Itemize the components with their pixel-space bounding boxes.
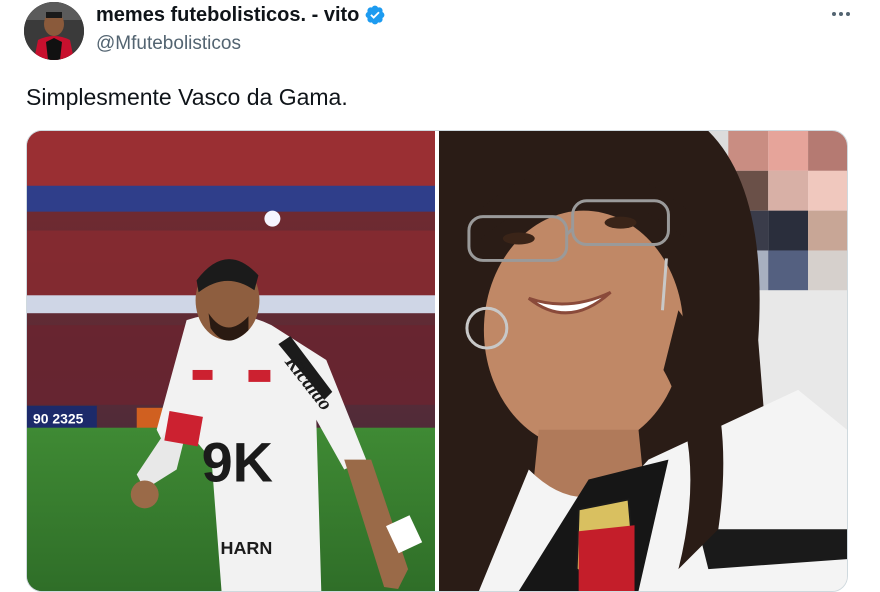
tweet-text: Simplesmente Vasco da Gama. xyxy=(26,84,348,110)
jersey-lower-text: HARN xyxy=(221,538,273,558)
media-image-right[interactable] xyxy=(439,131,847,591)
more-horizontal-icon xyxy=(832,12,836,16)
media-grid: 90 2325 Kicaldo 9K HARN xyxy=(26,130,848,592)
author-handle[interactable]: @Mfutebolisticos xyxy=(96,33,241,55)
media-image-left[interactable]: 90 2325 Kicaldo 9K HARN xyxy=(27,131,435,591)
author-name[interactable]: memes futebolisticos. - vito xyxy=(96,4,359,27)
scoreboard-text: 90 2325 xyxy=(33,411,84,427)
author-name-row[interactable]: memes futebolisticos. - vito xyxy=(96,2,386,28)
more-options-button[interactable] xyxy=(826,4,856,24)
more-horizontal-icon-dot xyxy=(846,12,850,16)
verified-badge-icon[interactable] xyxy=(364,4,386,26)
author-avatar[interactable] xyxy=(24,2,84,60)
tweet[interactable]: memes futebolisticos. - vito @Mfutebolis… xyxy=(0,0,880,592)
jersey-number-text: 9K xyxy=(202,431,273,494)
more-horizontal-icon-dot xyxy=(839,12,843,16)
